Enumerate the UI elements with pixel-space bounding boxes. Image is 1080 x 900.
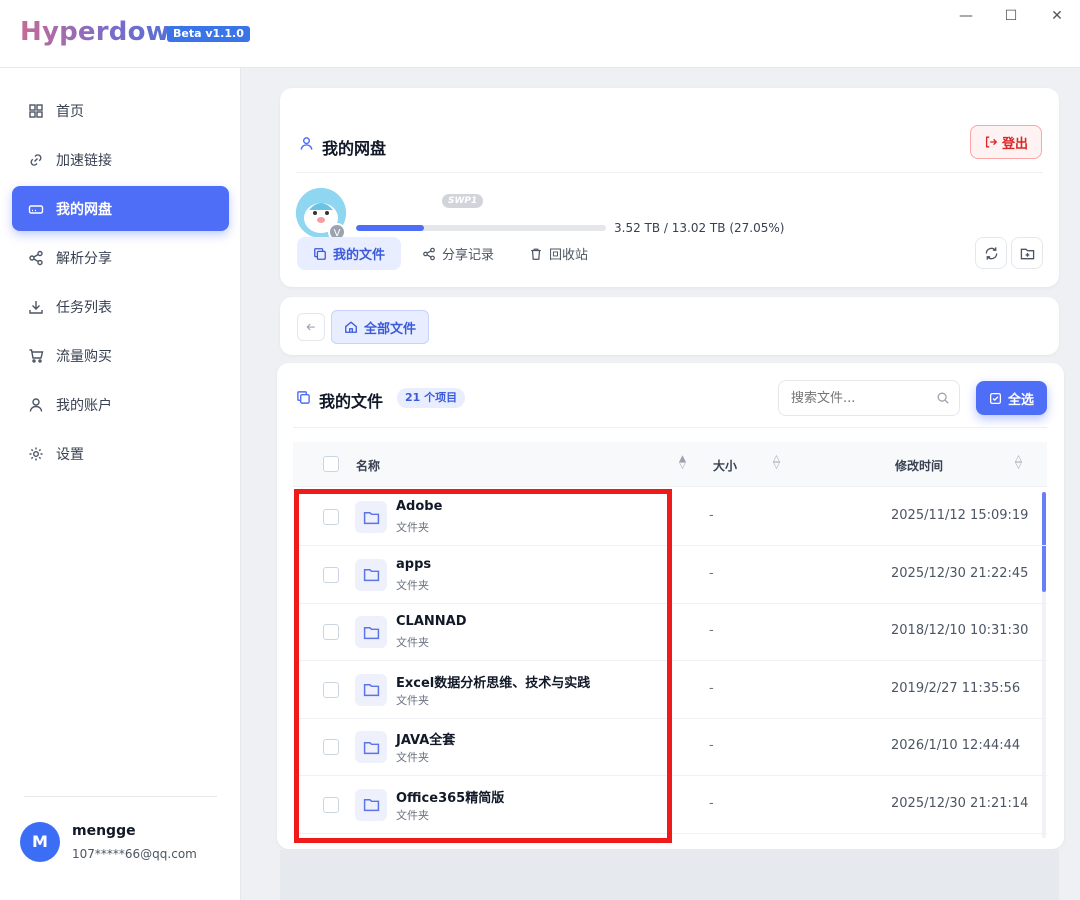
new-folder-button[interactable] [1011,237,1043,269]
file-modified: 2026/1/10 12:44:44 [891,738,1021,753]
user-icon [29,397,43,412]
table-header: 名称 ▲ ▽ 大小 △ ▽ 修改时间 △ ▽ [293,442,1047,487]
select-all-button[interactable]: 全选 [976,381,1047,415]
file-size: - [709,565,714,581]
download-icon [29,300,43,314]
sidebar-item-label: 我的网盘 [56,201,112,218]
sidebar-item-parse-share[interactable]: 解析分享 [12,235,229,280]
highlight-box [294,489,672,843]
arrow-left-icon [306,323,315,331]
file-modified: 2025/12/30 21:21:14 [891,795,1029,811]
item-count-badge: 21 个项目 [397,388,466,408]
refresh-icon [985,246,997,260]
file-size: - [709,680,714,696]
sidebar-item-home[interactable]: 首页 [12,88,229,133]
sidebar-item-label: 加速链接 [56,152,112,169]
cart-icon [29,348,44,363]
sidebar-item-label: 我的账户 [56,397,112,414]
link-icon [30,153,42,166]
sidebar-item-settings[interactable]: 设置 [12,431,229,476]
logout-icon [985,136,998,148]
sidebar-divider [24,796,217,797]
sort-icon[interactable]: △ ▽ [1015,455,1022,471]
tab-label: 分享记录 [442,248,495,263]
tab-recycle-bin[interactable]: 回收站 [513,237,604,270]
tab-share-records[interactable]: 分享记录 [406,237,510,270]
divider [293,427,1047,428]
back-button[interactable] [297,313,325,341]
file-modified: 2019/2/27 11:35:56 [891,680,1021,696]
sidebar-item-label: 首页 [56,103,84,120]
search-icon[interactable] [936,391,950,405]
sidebar-item-tasks[interactable]: 任务列表 [12,284,229,329]
copy-icon [314,247,326,260]
search-input[interactable] [791,381,931,415]
file-size: - [709,623,714,638]
quota-text: 3.52 TB / 13.02 TB (27.05%) [614,221,785,235]
user-avatar[interactable]: M [20,822,60,862]
breadcrumb-root[interactable]: 全部文件 [331,310,430,344]
logout-button[interactable]: 登出 [970,125,1042,159]
file-modified: 2025/11/12 15:09:19 [891,508,1029,523]
app-logo: Hyperdown [20,17,189,47]
file-modified: 2018/12/10 10:31:30 [891,623,1029,638]
sidebar-item-my-drive[interactable]: 我的网盘 [12,186,229,231]
sidebar-item-label: 解析分享 [56,250,112,267]
file-size: - [709,795,714,811]
file-size: - [709,508,714,523]
close-button[interactable]: ✕ [1047,6,1067,26]
user-name: mengge [72,823,136,839]
file-modified: 2025/12/30 21:22:45 [891,565,1029,581]
search-box [778,380,960,416]
column-name[interactable]: 名称 [356,457,380,474]
page-title: 我的网盘 [322,139,387,158]
share-icon [423,247,435,260]
user-email: 107*****66@qq.com [72,847,197,861]
tab-label: 我的文件 [333,248,386,263]
logout-label: 登出 [1001,136,1028,152]
sidebar-item-traffic[interactable]: 流量购买 [12,333,229,378]
folder-plus-icon [1020,248,1034,259]
column-modified[interactable]: 修改时间 [895,457,943,474]
maximize-button[interactable]: ☐ [1001,6,1021,26]
breadcrumb: 全部文件 [280,297,1059,355]
checkbox-icon [989,392,1002,404]
divider [296,172,1043,173]
bottom-area [280,850,1059,900]
file-list-title: 我的文件 [319,392,384,411]
minimize-button[interactable]: — [956,6,976,26]
home-icon [345,321,357,333]
title-bar: Hyperdown Beta v1.1.0 — ☐ ✕ [0,0,1080,68]
copy-icon [297,391,310,404]
sidebar: 首页 加速链接 我的网盘 解析分享 任务列表 流量购买 我的账户 设置 M me… [0,68,241,900]
account-card: 我的网盘 登出 V SWP1 3.52 TB / 13.02 TB (27.05… [280,88,1059,287]
select-all-label: 全选 [1007,392,1034,408]
user-icon [300,137,313,150]
quota-progress-fill [356,225,424,231]
trash-icon [531,248,541,260]
column-size[interactable]: 大小 [713,457,737,474]
sort-icon[interactable]: ▲ ▽ [679,455,686,471]
sidebar-item-accelerate[interactable]: 加速链接 [12,137,229,182]
grid-icon [29,103,43,118]
tier-badge: SWP1 [442,194,484,208]
sidebar-item-account[interactable]: 我的账户 [12,382,229,427]
tab-my-files[interactable]: 我的文件 [297,237,402,270]
breadcrumb-label: 全部文件 [364,321,417,337]
share-icon [29,250,43,265]
drive-icon [28,204,44,214]
tab-label: 回收站 [549,248,589,263]
sidebar-item-label: 流量购买 [56,348,112,365]
refresh-button[interactable] [975,237,1007,269]
sidebar-item-label: 设置 [56,446,84,463]
quota-progress-bar [356,225,606,231]
sort-icon[interactable]: △ ▽ [773,455,780,471]
header-checkbox[interactable] [323,456,339,472]
version-badge: Beta v1.1.0 [167,26,250,42]
file-size: - [709,738,714,753]
sidebar-item-label: 任务列表 [56,299,112,316]
gear-icon [29,447,43,460]
